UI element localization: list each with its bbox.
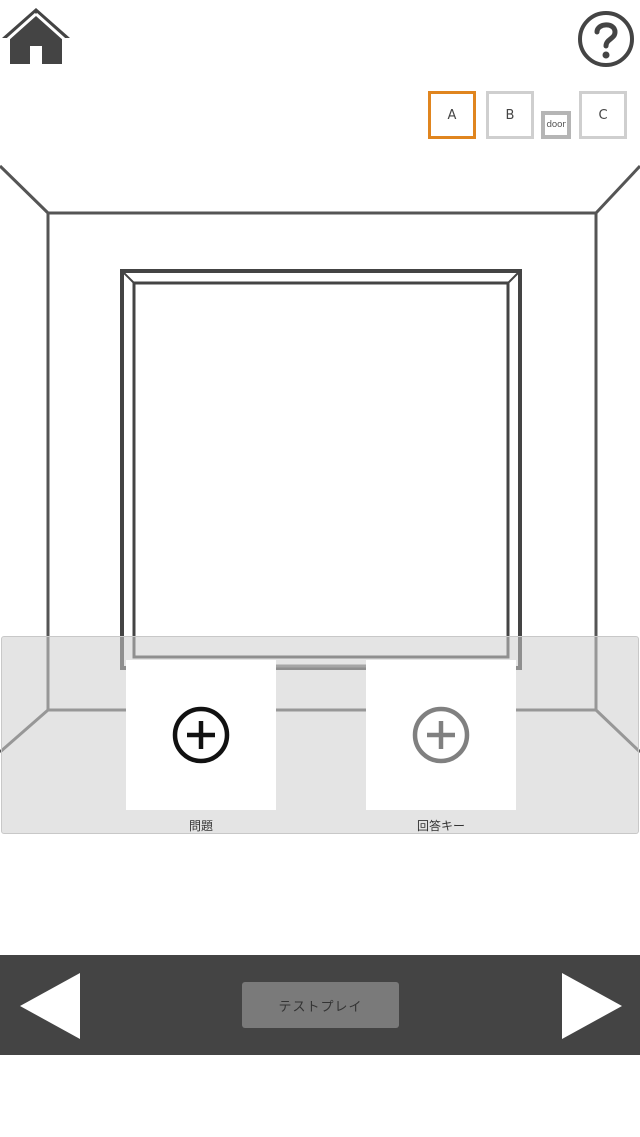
question-mark-icon: [578, 11, 634, 67]
help-button[interactable]: [575, 10, 637, 68]
room-editor-screen: A B door C 問題 回答キー テストプレイ: [0, 0, 640, 1137]
tab-room-a[interactable]: A: [428, 91, 476, 139]
item-panel: [1, 636, 639, 834]
triangle-right-icon: [562, 973, 622, 1039]
tab-room-b[interactable]: B: [486, 91, 534, 139]
tab-room-c[interactable]: C: [579, 91, 627, 139]
home-button[interactable]: [0, 4, 72, 68]
add-answer-key-button[interactable]: [366, 660, 516, 810]
next-button[interactable]: [560, 971, 624, 1041]
home-icon: [2, 8, 70, 64]
add-problem-button[interactable]: [126, 660, 276, 810]
test-play-button[interactable]: テストプレイ: [242, 982, 399, 1028]
previous-button[interactable]: [18, 971, 82, 1041]
triangle-left-icon: [20, 973, 80, 1039]
tab-door[interactable]: door: [541, 111, 571, 139]
add-circle-icon: [412, 706, 470, 764]
add-circle-icon: [172, 706, 230, 764]
answer-key-label: 回答キー: [416, 819, 465, 833]
problem-label: 問題: [188, 819, 213, 833]
